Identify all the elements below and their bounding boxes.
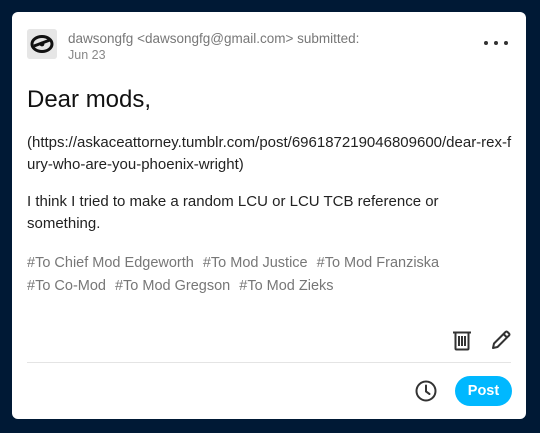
tag[interactable]: #To Mod Justice (203, 252, 308, 275)
delete-button[interactable] (452, 329, 472, 351)
avatar[interactable] (27, 29, 57, 59)
tag[interactable]: #To Mod Zieks (239, 275, 333, 298)
submitter-username[interactable]: dawsongfg (68, 31, 133, 46)
footer-divider (27, 362, 511, 363)
submission-card: dawsongfg <dawsongfg@gmail.com> submitte… (12, 12, 526, 419)
ellipsis-icon (494, 41, 498, 45)
submission-date: Jun 23 (68, 48, 106, 62)
submission-header: dawsongfg <dawsongfg@gmail.com> submitte… (68, 31, 359, 46)
ellipsis-icon (484, 41, 488, 45)
submission-action: submitted: (297, 31, 360, 46)
tag-list: #To Chief Mod Edgeworth #To Mod Justice #T… (27, 252, 507, 298)
pencil-icon (492, 330, 511, 349)
post-title: Dear mods, (27, 86, 152, 113)
avatar-image (27, 29, 57, 59)
post-button[interactable]: Post (455, 376, 512, 406)
post-link-text: (https://askaceattorney.tumblr.com/post/… (27, 134, 512, 173)
edit-button[interactable] (490, 329, 512, 351)
schedule-button[interactable] (414, 379, 438, 403)
submitter-email: <dawsongfg@gmail.com> (137, 31, 294, 46)
tag[interactable]: #To Chief Mod Edgeworth (27, 252, 194, 275)
tag[interactable]: #To Co-Mod (27, 275, 106, 298)
clock-icon (415, 380, 437, 402)
ellipsis-icon (504, 41, 508, 45)
more-options-button[interactable] (484, 36, 508, 50)
tag[interactable]: #To Mod Franziska (317, 252, 440, 275)
tag[interactable]: #To Mod Gregson (115, 275, 230, 298)
trash-icon (453, 331, 471, 351)
post-body: I think I tried to make a random LCU or … (27, 193, 439, 232)
